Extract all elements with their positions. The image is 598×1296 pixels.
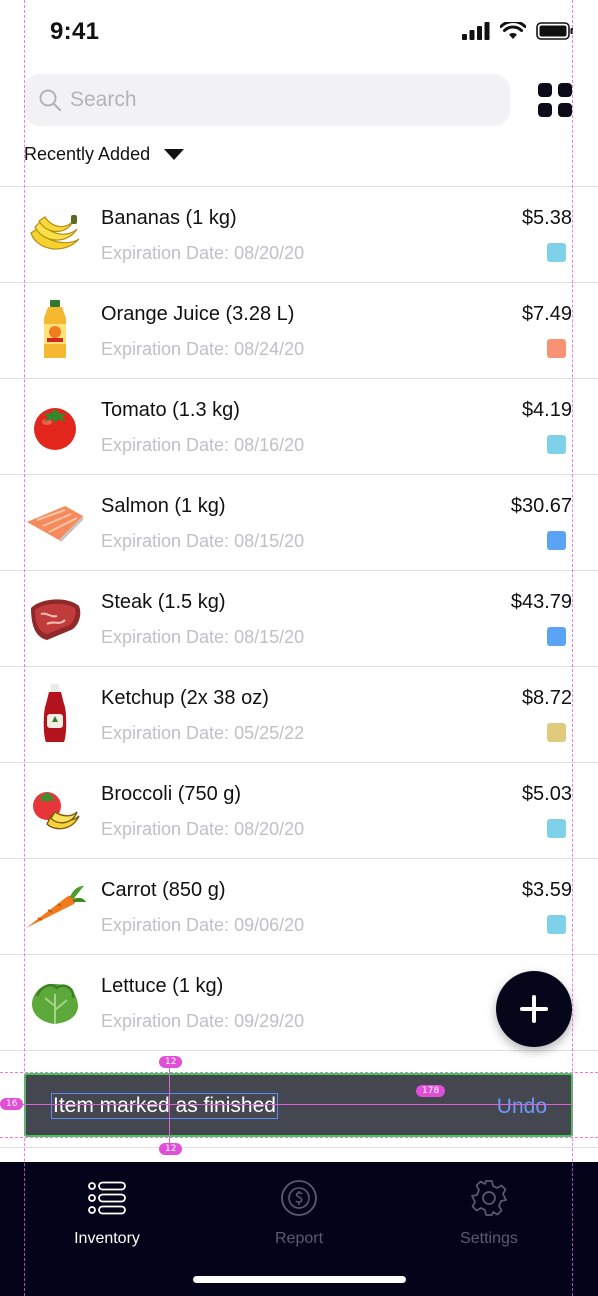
search-bar[interactable] bbox=[24, 74, 510, 126]
item-price: $30.67 bbox=[510, 495, 572, 517]
item-expiration: Expiration Date: 08/20/20 bbox=[101, 819, 305, 839]
item-name: Broccoli (750 g) bbox=[101, 783, 242, 805]
spacing-badge: 12 bbox=[159, 1056, 183, 1068]
category-tag bbox=[547, 435, 566, 454]
tomato-icon bbox=[24, 395, 86, 457]
list-item[interactable]: Tomato (1.3 kg) Expiration Date: 08/16/2… bbox=[0, 378, 598, 474]
undo-button[interactable]: Undo bbox=[497, 1095, 547, 1119]
grid-cell bbox=[558, 103, 572, 117]
steak-icon bbox=[24, 587, 86, 649]
guide-line bbox=[0, 1104, 572, 1105]
category-tag bbox=[547, 339, 566, 358]
spacing-badge: 16 bbox=[0, 1098, 24, 1110]
status-icons bbox=[462, 22, 574, 40]
add-item-button[interactable] bbox=[496, 971, 572, 1047]
item-expiration: Expiration Date: 05/25/22 bbox=[101, 723, 305, 743]
item-expiration: Expiration Date: 08/24/20 bbox=[101, 339, 305, 359]
wifi-icon bbox=[500, 22, 526, 39]
item-price: $43.79 bbox=[510, 591, 572, 613]
sort-label: Recently Added bbox=[24, 144, 151, 164]
item-price: $5.38 bbox=[521, 207, 572, 229]
cellular-signal-icon bbox=[462, 22, 490, 40]
category-tag bbox=[547, 627, 566, 646]
item-name: Tomato (1.3 kg) bbox=[101, 399, 240, 421]
item-price: $5.03 bbox=[521, 783, 572, 805]
item-expiration: Expiration Date: 09/29/20 bbox=[101, 1011, 305, 1031]
home-indicator bbox=[193, 1276, 406, 1283]
dollar-circle-icon bbox=[281, 1180, 317, 1216]
item-expiration: Expiration Date: 08/16/20 bbox=[101, 435, 305, 455]
tab-bar: Inventory Report Settings bbox=[0, 1162, 598, 1296]
category-tag bbox=[547, 819, 566, 838]
list-item[interactable]: Salmon (1 kg) Expiration Date: 08/15/20 … bbox=[0, 474, 598, 570]
category-tag bbox=[547, 531, 566, 550]
status-bar: 9:41 bbox=[0, 0, 598, 64]
guide-line bbox=[169, 1062, 170, 1150]
search-icon bbox=[39, 89, 62, 112]
ketchup-icon bbox=[24, 683, 86, 745]
inventory-list: Bananas (1 kg) Expiration Date: 08/20/20… bbox=[0, 186, 598, 1051]
tab-settings[interactable]: Settings bbox=[409, 1178, 569, 1248]
item-name: Orange Juice (3.28 L) bbox=[101, 303, 295, 325]
guide-line bbox=[0, 1072, 598, 1073]
spacing-badge: 178 bbox=[416, 1085, 446, 1097]
guide-line bbox=[0, 1137, 598, 1138]
status-time: 9:41 bbox=[50, 18, 100, 45]
banana-icon bbox=[24, 203, 86, 265]
tab-label: Inventory bbox=[74, 1230, 140, 1247]
snackbar: Item marked as finished Undo bbox=[24, 1073, 573, 1137]
carrot-icon bbox=[24, 875, 86, 937]
orange-juice-icon bbox=[24, 299, 86, 361]
list-item[interactable]: Steak (1.5 kg) Expiration Date: 08/15/20… bbox=[0, 570, 598, 666]
tab-label: Report bbox=[274, 1230, 324, 1247]
category-tag bbox=[547, 243, 566, 262]
list-item[interactable]: Orange Juice (3.28 L) Expiration Date: 0… bbox=[0, 282, 598, 378]
item-name: Salmon (1 kg) bbox=[101, 495, 226, 517]
plus-icon bbox=[520, 995, 548, 1023]
category-tag bbox=[547, 723, 566, 742]
item-expiration: Expiration Date: 08/15/20 bbox=[101, 627, 305, 647]
item-name: Bananas (1 kg) bbox=[101, 207, 237, 229]
battery-icon bbox=[536, 22, 573, 40]
list-item[interactable]: Ketchup (2x 38 oz) Expiration Date: 05/2… bbox=[0, 666, 598, 762]
tab-inventory[interactable]: Inventory bbox=[27, 1178, 187, 1248]
guide-line bbox=[572, 0, 573, 1296]
guide-line bbox=[24, 0, 25, 1296]
item-name: Carrot (850 g) bbox=[101, 879, 226, 901]
grid-cell bbox=[538, 83, 552, 97]
category-tag bbox=[547, 915, 566, 934]
lettuce-icon bbox=[24, 971, 86, 1033]
item-expiration: Expiration Date: 08/15/20 bbox=[101, 531, 305, 551]
salmon-icon bbox=[24, 491, 86, 553]
mixed-produce-icon bbox=[24, 779, 86, 841]
tab-label: Settings bbox=[460, 1230, 518, 1247]
item-name: Steak (1.5 kg) bbox=[101, 591, 226, 613]
gear-icon bbox=[471, 1180, 507, 1216]
caret-down-icon bbox=[164, 149, 185, 160]
grid-view-icon[interactable] bbox=[538, 83, 572, 117]
item-name: Lettuce (1 kg) bbox=[101, 975, 224, 997]
grid-cell bbox=[558, 83, 572, 97]
list-item[interactable]: Carrot (850 g) Expiration Date: 09/06/20… bbox=[0, 858, 598, 954]
item-price: $3.59 bbox=[521, 879, 572, 901]
item-name: Ketchup (2x 38 oz) bbox=[101, 687, 269, 709]
list-item[interactable]: Bananas (1 kg) Expiration Date: 08/20/20… bbox=[0, 186, 598, 282]
item-price: $7.49 bbox=[521, 303, 572, 325]
search-input[interactable] bbox=[70, 88, 470, 112]
snackbar-message: Item marked as finished bbox=[51, 1093, 278, 1119]
tab-report[interactable]: Report bbox=[219, 1178, 379, 1248]
list-divider bbox=[0, 1050, 598, 1051]
list-item[interactable]: Broccoli (750 g) Expiration Date: 08/20/… bbox=[0, 762, 598, 858]
item-price: $4.19 bbox=[521, 399, 572, 421]
list-icon bbox=[88, 1181, 126, 1215]
item-expiration: Expiration Date: 08/20/20 bbox=[101, 243, 305, 263]
item-price: $8.72 bbox=[521, 687, 572, 709]
divider bbox=[0, 1147, 598, 1148]
search-row bbox=[24, 74, 574, 126]
sort-dropdown[interactable]: Recently Added bbox=[24, 144, 185, 165]
spacing-badge: 12 bbox=[159, 1143, 183, 1155]
grid-cell bbox=[538, 103, 552, 117]
item-expiration: Expiration Date: 09/06/20 bbox=[101, 915, 305, 935]
